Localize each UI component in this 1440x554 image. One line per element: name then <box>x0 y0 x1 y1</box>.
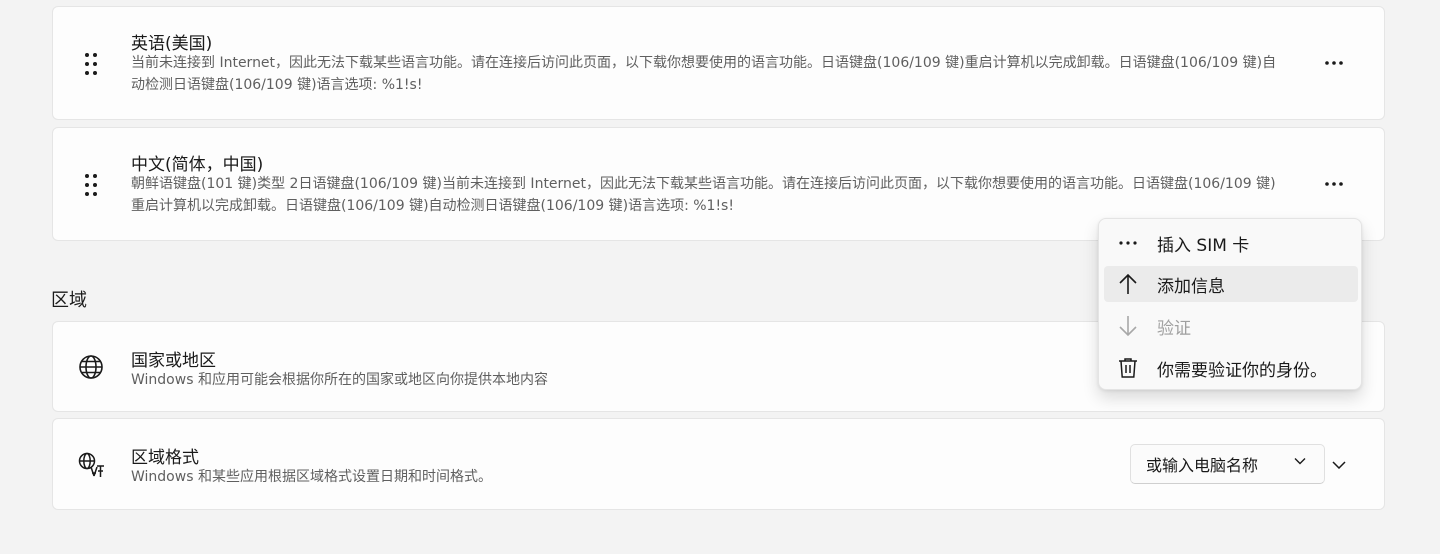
arrow-down-icon <box>1117 315 1139 337</box>
more-options-button[interactable] <box>1320 49 1348 77</box>
dropdown-selected-value: 或输入电脑名称 <box>1146 456 1259 475</box>
more-options-button[interactable] <box>1320 170 1348 198</box>
region-section-title: 区域 <box>51 290 87 311</box>
language-description: 当前未连接到 Internet，因此无法下载某些语言功能。请在连接后访问此页面，… <box>131 55 1277 93</box>
more-icon <box>1117 232 1139 254</box>
country-title: 国家或地区 <box>131 351 216 371</box>
language-card-english: 英语(美国) 当前未连接到 Internet，因此无法下载某些语言功能。请在连接… <box>52 6 1385 120</box>
menu-item-label: 插入 SIM 卡 <box>1157 235 1250 256</box>
menu-item-verify: 验证 <box>1104 308 1358 344</box>
menu-item-insert-sim[interactable]: 插入 SIM 卡 <box>1104 225 1358 261</box>
menu-item-add-info[interactable]: 添加信息 <box>1104 266 1358 302</box>
context-menu: 插入 SIM 卡 添加信息 验证 你需要验证你的身份。 <box>1098 218 1362 390</box>
trash-icon <box>1117 357 1139 379</box>
regional-format-dropdown[interactable]: 或输入电脑名称 <box>1130 444 1325 484</box>
menu-item-label: 验证 <box>1157 318 1191 339</box>
menu-item-label: 你需要验证你的身份。 <box>1157 360 1327 381</box>
menu-item-label: 添加信息 <box>1157 276 1225 297</box>
language-name: 中文(简体，中国) <box>131 155 264 175</box>
regional-format-description: Windows 和某些应用根据区域格式设置日期和时间格式。 <box>131 469 492 485</box>
expand-button[interactable] <box>1324 450 1354 480</box>
chevron-down-icon <box>1294 458 1306 465</box>
language-format-icon <box>75 449 107 481</box>
drag-handle-icon[interactable] <box>75 169 107 201</box>
chevron-down-icon <box>1332 461 1346 469</box>
arrow-up-icon <box>1117 273 1139 295</box>
globe-icon <box>75 351 107 383</box>
regional-format-title: 区域格式 <box>131 448 199 468</box>
language-name: 英语(美国) <box>131 34 213 54</box>
language-description: 朝鲜语键盘(101 键)类型 2日语键盘(106/109 键)当前未连接到 In… <box>131 176 1276 214</box>
menu-item-remove[interactable]: 你需要验证你的身份。 <box>1104 350 1358 386</box>
more-icon <box>1325 182 1343 186</box>
drag-handle-icon[interactable] <box>75 48 107 80</box>
more-icon <box>1325 61 1343 65</box>
